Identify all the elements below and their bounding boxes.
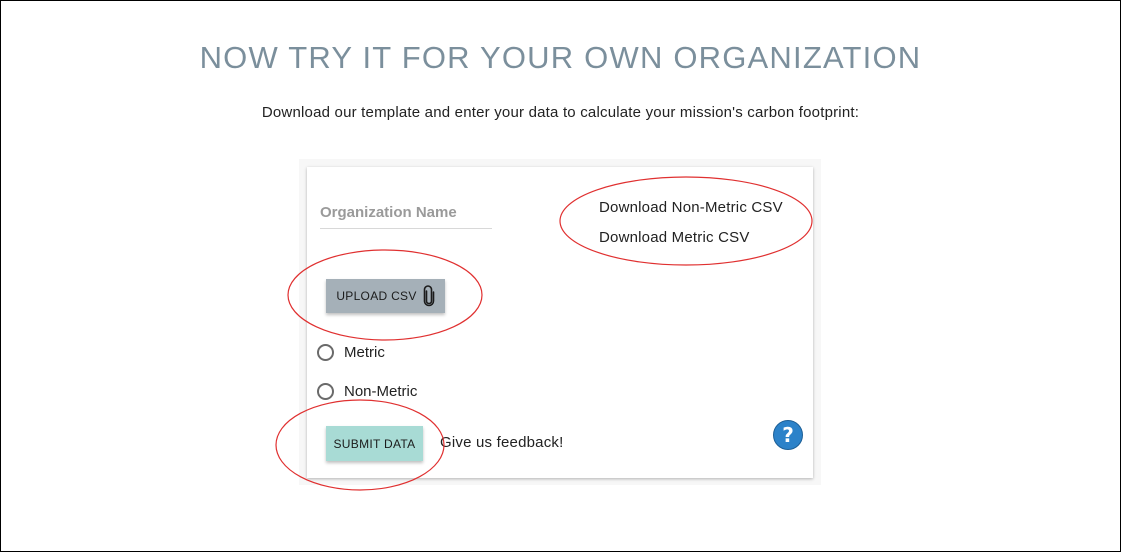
- radio-option-metric[interactable]: Metric: [317, 344, 385, 361]
- radio-button-metric[interactable]: [317, 344, 334, 361]
- paperclip-icon: [423, 285, 435, 307]
- help-icon: ?: [782, 423, 794, 447]
- radio-label-non-metric: Non-Metric: [344, 383, 418, 400]
- download-non-metric-csv-link[interactable]: Download Non-Metric CSV: [599, 199, 783, 216]
- radio-button-non-metric[interactable]: [317, 383, 334, 400]
- help-button[interactable]: ?: [773, 420, 803, 450]
- radio-label-metric: Metric: [344, 344, 385, 361]
- give-feedback-link[interactable]: Give us feedback!: [440, 434, 563, 451]
- upload-csv-button[interactable]: UPLOAD CSV: [326, 279, 445, 313]
- submit-data-button[interactable]: SUBMIT DATA: [326, 426, 423, 461]
- radio-option-non-metric[interactable]: Non-Metric: [317, 383, 417, 400]
- page-subtitle: Download our template and enter your dat…: [261, 104, 860, 121]
- download-metric-csv-link[interactable]: Download Metric CSV: [599, 229, 750, 246]
- page-title: NOW TRY IT FOR YOUR OWN ORGANIZATION: [199, 40, 922, 75]
- organization-name-input[interactable]: [320, 196, 492, 229]
- upload-csv-label: UPLOAD CSV: [336, 289, 417, 303]
